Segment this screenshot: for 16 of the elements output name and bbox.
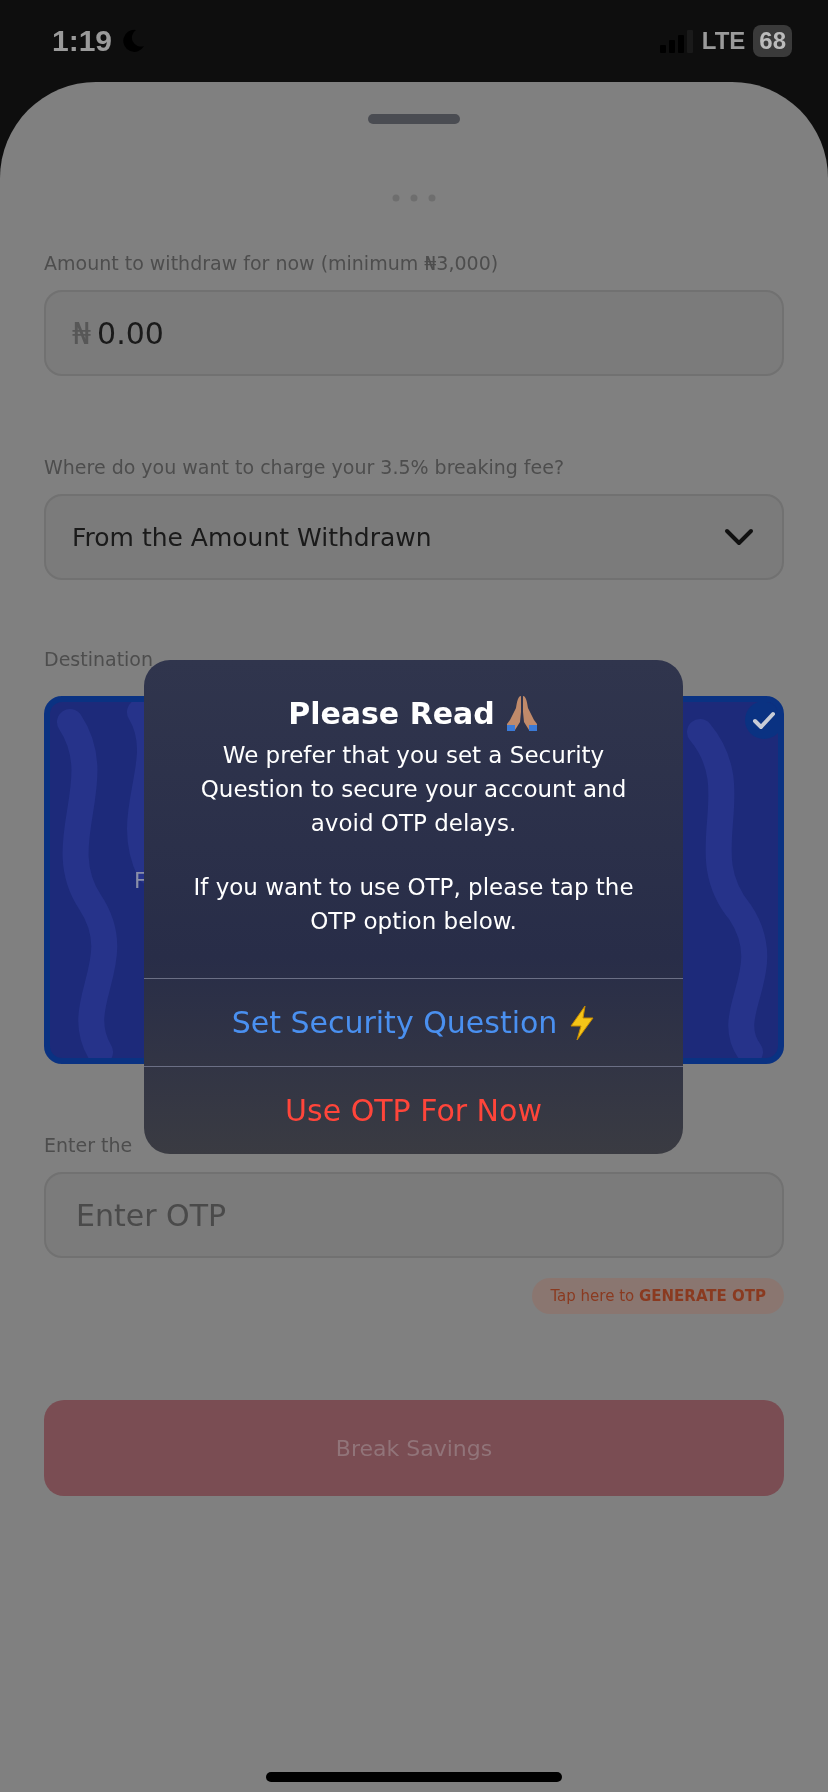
fee-dropdown[interactable]: From the Amount Withdrawn: [44, 494, 784, 580]
network-type: LTE: [701, 27, 746, 55]
chevron-down-icon: [724, 528, 754, 546]
dialog-title: Please Read: [288, 695, 495, 731]
signal-icon: [659, 29, 694, 53]
dialog-message: We prefer that you set a Security Question to secure your account and avoid OTP delays.: [199, 741, 628, 838]
lightning-icon: [569, 1005, 596, 1040]
dialog-message: If you want to use OTP, please tap the OTP option below.: [192, 873, 635, 936]
check-icon: [744, 702, 778, 740]
use-otp-button[interactable]: Use OTP For Now: [144, 1066, 683, 1154]
clock: 1:19: [52, 24, 113, 58]
sheet-handle[interactable]: [368, 114, 460, 124]
battery-level: 68: [753, 25, 792, 57]
amount-field[interactable]: ₦ 0.00: [44, 290, 784, 376]
praying-hands-icon: [504, 694, 539, 732]
set-security-question-button[interactable]: Set Security Question: [144, 978, 683, 1066]
